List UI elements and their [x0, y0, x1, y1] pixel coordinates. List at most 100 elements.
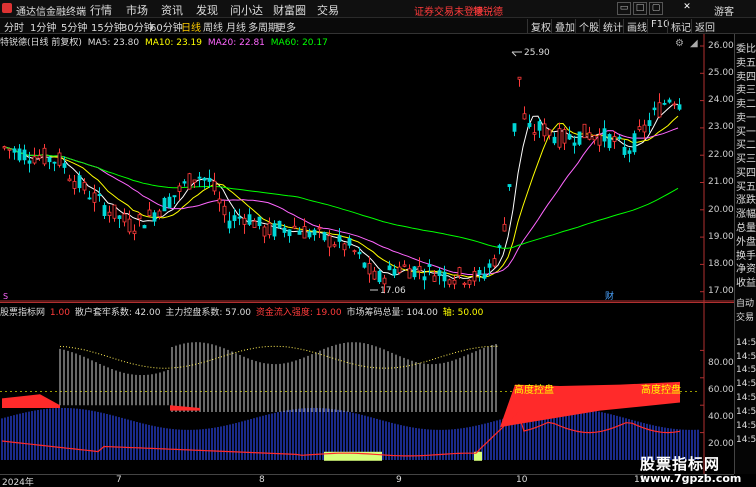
date-tick: 7 [116, 475, 122, 485]
menu-wenxiaoda[interactable]: 问小达 [230, 2, 263, 18]
expand-icon[interactable]: ◢ [690, 38, 698, 49]
menu-market[interactable]: 市场 [126, 2, 148, 18]
price-tick: 21.00 [708, 177, 734, 187]
price-tick: 24.00 [708, 95, 734, 105]
btn-overlay[interactable]: 叠加 [551, 19, 578, 34]
sidebar-item: 14:50 [736, 393, 756, 403]
restore-icon[interactable]: □ [633, 2, 647, 15]
price-tick: 20.00 [708, 205, 734, 215]
sidebar-item: 买四 [736, 168, 756, 179]
menu-news[interactable]: 资讯 [161, 2, 183, 18]
quote-sidebar: 委比 卖五 卖四 卖三 卖二 卖一 买一 买二 买三 买四 买五 涨跌 涨幅 总量 外盘 换手 净资 收益 自动 交易… [734, 34, 756, 474]
price-tick: 26.00 [708, 41, 734, 51]
period-weekly[interactable]: 周线 [203, 19, 223, 34]
high-control-label-b: 高度控盘 [641, 383, 681, 396]
menu-discover[interactable]: 发现 [196, 2, 218, 18]
sidebar-item: 卖二 [736, 99, 756, 110]
retail-coefficient: 散户套牢系数: 42.00 [74, 308, 161, 318]
sidebar-item: 卖一 [736, 113, 756, 124]
btn-stats[interactable]: 统计 [599, 19, 626, 34]
price-tick: 19.00 [708, 232, 734, 242]
sidebar-item: 涨幅 [736, 209, 756, 220]
price-tick: 18.00 [708, 259, 734, 269]
sidebar-item: 14:50 [736, 365, 756, 375]
date-tick: 9 [396, 475, 402, 485]
sidebar-item: 涨跌 [736, 195, 756, 206]
settings-icon[interactable]: ⚙ [675, 38, 684, 49]
finance-marker[interactable]: 财 [605, 290, 614, 302]
ma5-value: MA5: 23.80 [87, 38, 140, 48]
title-bar: 通达信金融终端 行情 市场 资讯 发现 问小达 财富圈 交易 证券交易未登录 特… [0, 0, 756, 18]
capital-inflow-strength: 资金流入强度: 19.00 [255, 308, 342, 318]
indicator-v1: 1.00 [49, 308, 70, 318]
price-tick: 17.00 [708, 286, 734, 296]
low-label: 17.06 [380, 286, 406, 296]
current-stock: 特锐德 [473, 7, 503, 18]
period-5min[interactable]: 5分钟 [61, 19, 87, 34]
indicator-name: 股票指标网 [0, 308, 46, 318]
ma-info-line: 特锐德(日线 前复权) MA5: 23.80 MA10: 23.19 MA20:… [0, 35, 331, 48]
date-axis: 2024年 7 8 9 10 11 [0, 474, 734, 487]
period-toolbar: 分时 1分钟 5分钟 15分钟 30分钟 60分钟 日线 周线 月线 多周期 更… [0, 18, 756, 34]
period-daily[interactable]: 日线 [181, 19, 201, 34]
sidebar-item: 14:50 [736, 379, 756, 389]
ind-tick: 80.00 [708, 358, 734, 368]
date-tick: 10 [516, 475, 528, 485]
indicator-chart[interactable]: 高度控盘 高度控盘 [0, 302, 734, 474]
main-control-coefficient: 主力控盘系数: 57.00 [165, 308, 252, 318]
sidebar-item: 交易 [736, 313, 755, 323]
btn-adjust[interactable]: 复权 [527, 19, 554, 34]
ma60-value: MA60: 20.17 [270, 38, 328, 48]
ind-tick: 60.00 [708, 385, 734, 395]
period-more[interactable]: 更多 [276, 19, 296, 34]
market-chips-total: 市场筹码总量: 104.00 [346, 308, 438, 318]
guest-user[interactable]: 游客 [714, 3, 734, 18]
app-logo-icon [2, 3, 12, 13]
ma20-value: MA20: 22.81 [207, 38, 265, 48]
period-60min[interactable]: 60分钟 [150, 19, 183, 34]
period-monthly[interactable]: 月线 [226, 19, 246, 34]
sidebar-item: 买三 [736, 154, 756, 165]
btn-back[interactable]: 返回 [691, 19, 718, 34]
sidebar-item: 14:50 [736, 338, 756, 348]
period-15min[interactable]: 15分钟 [91, 19, 124, 34]
price-tick: 22.00 [708, 150, 734, 160]
ind-tick: 40.00 [708, 412, 734, 422]
sidebar-item: 14:50 [736, 352, 756, 362]
app-name: 通达信金融终端 [16, 7, 86, 18]
price-tick: 25.00 [708, 68, 734, 78]
period-30min[interactable]: 30分钟 [121, 19, 154, 34]
ind-tick: 20.00 [708, 439, 734, 449]
menu-wealth-circle[interactable]: 财富圈 [273, 2, 306, 18]
sidebar-item: 收益 [736, 278, 756, 289]
maximize-icon[interactable]: ▢ [649, 2, 663, 15]
sidebar-item: 委比 [736, 44, 756, 55]
btn-mark[interactable]: 标记 [667, 19, 694, 34]
sidebar-item: 自动 [736, 299, 755, 309]
menu-quotes[interactable]: 行情 [90, 2, 112, 18]
date-tick: 2024年 [2, 478, 34, 487]
minimize-icon[interactable]: ▭ [617, 2, 631, 15]
high-label: 25.90 [524, 48, 550, 58]
watermark: 股票指标网 www.7gpzb.com [636, 453, 756, 487]
sidebar-item: 净资 [736, 264, 756, 275]
btn-draw[interactable]: 画线 [623, 19, 650, 34]
period-multi[interactable]: 多周期 [248, 19, 278, 34]
close-icon[interactable]: ✕ [680, 2, 694, 15]
sidebar-item: 14:50 [736, 407, 756, 417]
kline-chart[interactable]: 25.90 17.06 财 S ⚙ ◢ [0, 34, 734, 302]
indicator-info-line: 股票指标网 1.00 散户套牢系数: 42.00 主力控盘系数: 57.00 资… [0, 305, 485, 318]
high-control-label-a: 高度控盘 [514, 383, 554, 396]
sidebar-item: 买二 [736, 140, 756, 151]
watermark-title: 股票指标网 [640, 455, 721, 473]
sidebar-item: 总量 [736, 223, 756, 234]
date-tick: 8 [259, 475, 265, 485]
period-intraday[interactable]: 分时 [4, 19, 24, 34]
sidebar-item: 卖三 [736, 85, 756, 96]
period-1min[interactable]: 1分钟 [30, 19, 56, 34]
sidebar-item: 14:50 [736, 421, 756, 431]
sidebar-item: 卖五 [736, 58, 756, 69]
price-tick: 23.00 [708, 122, 734, 132]
btn-stock[interactable]: 个股 [575, 19, 602, 34]
menu-trade[interactable]: 交易 [317, 2, 339, 18]
